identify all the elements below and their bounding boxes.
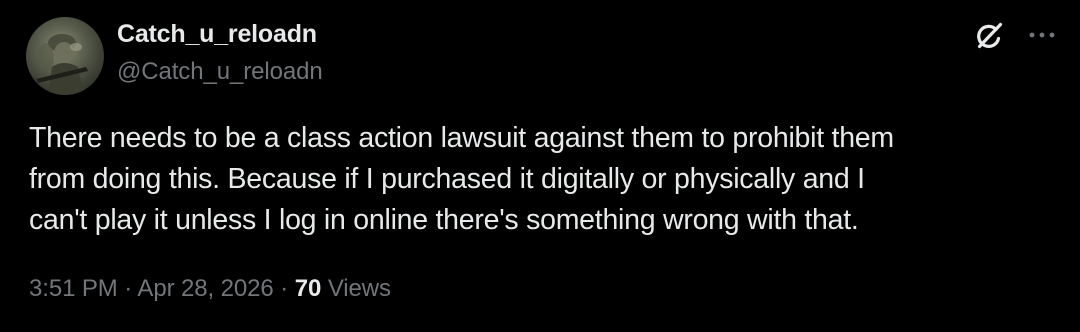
post-date[interactable]: Apr 28, 2026 — [137, 275, 273, 302]
avatar-image — [36, 34, 88, 95]
author-display-name[interactable]: Catch_u_reloadn — [117, 20, 317, 49]
meta-separator: · — [124, 275, 133, 302]
post-text-line: There needs to be a class action lawsuit… — [29, 122, 894, 154]
post: Catch_u_reloadn @Catch_u_reloadn There n… — [0, 0, 1080, 332]
post-text-line: from doing this. Because if I purchased … — [29, 163, 865, 195]
views-label: Views — [327, 275, 391, 302]
views-count[interactable]: 70 — [295, 275, 322, 302]
post-text: There needs to be a class action lawsuit… — [29, 118, 1059, 241]
post-text-line: can't play it unless I log in online the… — [29, 204, 859, 236]
post-time[interactable]: 3:51 PM — [29, 275, 118, 302]
post-meta: 3:51 PM · Apr 28, 2026 · 70 Views — [29, 275, 391, 303]
avatar[interactable] — [26, 17, 104, 95]
meta-separator: · — [280, 275, 289, 302]
more-options-icon[interactable] — [1027, 22, 1057, 48]
author-handle[interactable]: @Catch_u_reloadn — [117, 58, 323, 86]
grok-icon[interactable] — [973, 20, 1005, 52]
